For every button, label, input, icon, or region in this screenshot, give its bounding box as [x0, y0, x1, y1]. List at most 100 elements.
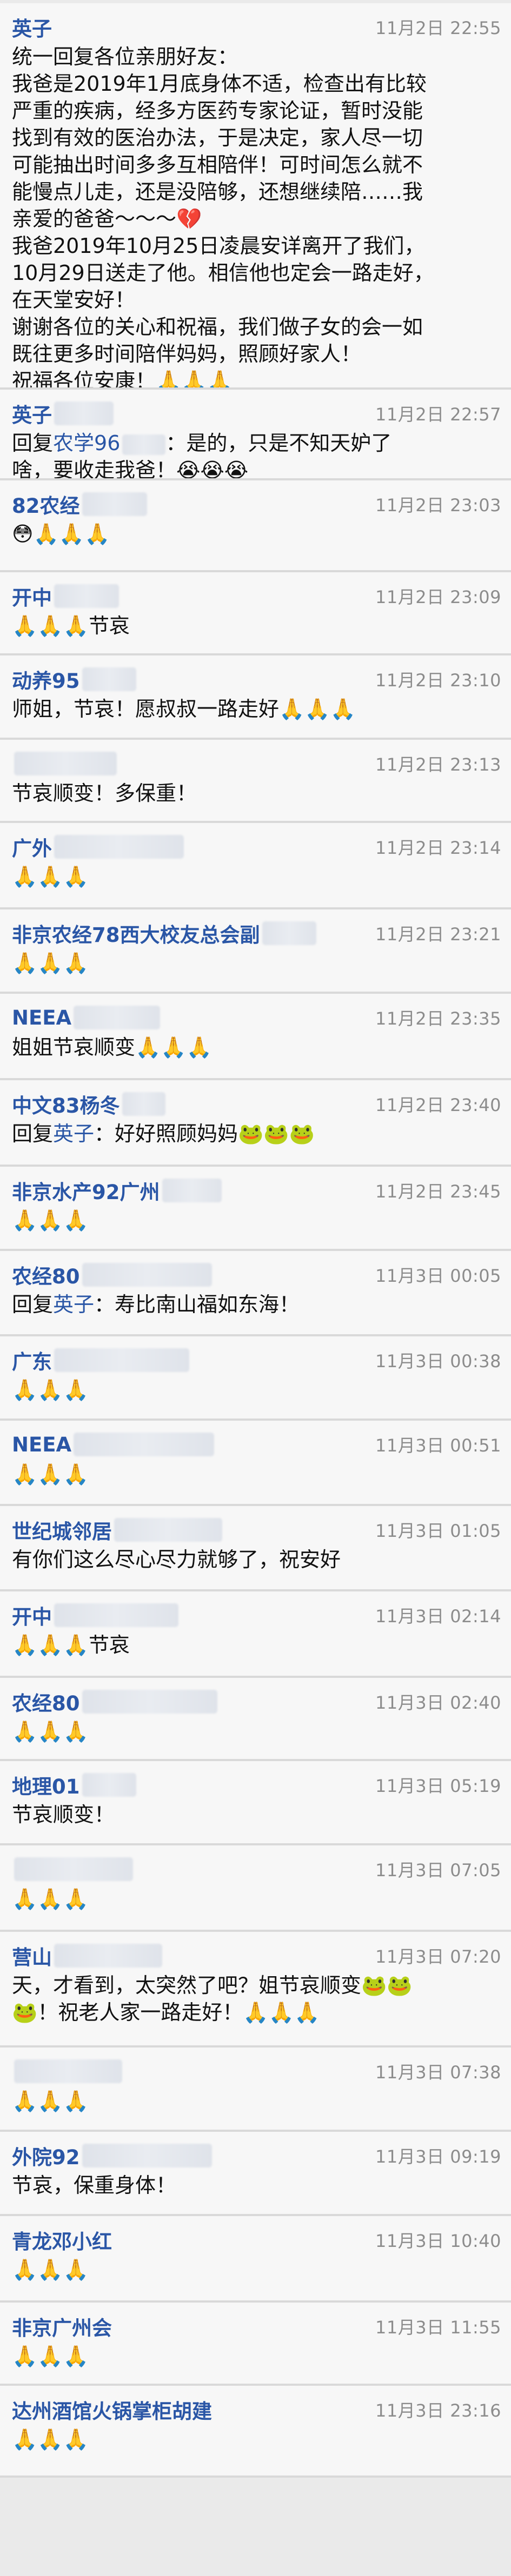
- comment-item[interactable]: 英子 11月2日 22:55 统一回复各位亲朋好友： 我爸是2019年1月底身体不适，…: [0, 3, 511, 390]
- author-name[interactable]: 动养95: [12, 665, 80, 694]
- comment-meta: 11月3日 07:05: [12, 1855, 501, 1883]
- author-name[interactable]: 非京农经78西大校友总会副: [12, 919, 260, 948]
- comment-item[interactable]: 动养95 11月2日 23:10 师姐，节哀！愿叔叔一路走好🙏🙏🙏: [0, 655, 511, 740]
- emoji-reaction: 🙏🙏🙏: [12, 2258, 89, 2281]
- comment-item[interactable]: 非京广州会 11月3日 11:55 🙏🙏🙏: [0, 2303, 511, 2386]
- reply-target-name[interactable]: 英子: [53, 1122, 94, 1146]
- author: 开中: [12, 1601, 178, 1630]
- author: 广东: [12, 1346, 189, 1375]
- comment-item[interactable]: 英子 11月2日 22:57 回复农学96 ：是的，只是不知天妒了 啥，要收走我爸！😭😭…: [0, 390, 511, 480]
- comment-text-line: 统一回复各位亲朋好友：: [12, 45, 238, 69]
- comment-item[interactable]: 非京农经78西大校友总会副 11月2日 23:21 🙏🙏🙏: [0, 909, 511, 994]
- comment-body: 🙏🙏🙏: [12, 2343, 501, 2370]
- comment-text-line: 姐姐节哀顺变🙏🙏🙏: [12, 1035, 212, 1059]
- author-name[interactable]: 开中: [12, 581, 52, 611]
- comment-meta: 英子 11月2日 22:55: [12, 13, 501, 41]
- comment-item[interactable]: 营山 11月3日 07:20 天，才看到，太突然了吧？姐节哀顺变🐸🐸 🐸！祝老人家一路…: [0, 1932, 511, 2048]
- author-name[interactable]: 开中: [12, 1601, 52, 1630]
- comment-item[interactable]: 开中 11月3日 02:14 🙏🙏🙏节哀: [0, 1591, 511, 1678]
- comment-item[interactable]: 青龙邓小红 11月3日 10:40 🙏🙏🙏: [0, 2216, 511, 2303]
- author-name[interactable]: 营山: [12, 1941, 52, 1970]
- comment-meta: 达州酒馆火锅掌柜胡建 11月3日 23:16: [12, 2396, 501, 2424]
- comment-meta: 非京水产92广州 11月2日 23:45: [12, 1176, 501, 1205]
- comment-body: 🙏🙏🙏: [12, 1718, 501, 1745]
- author-name[interactable]: 地理01: [12, 1770, 80, 1799]
- reply-text: ：是的，只是不知天妒了: [165, 431, 392, 455]
- author-name[interactable]: NEEA: [12, 1006, 71, 1029]
- comment-item[interactable]: 非京水产92广州 11月2日 23:45 🙏🙏🙏: [0, 1167, 511, 1251]
- comment-item[interactable]: NEEA 11月3日 00:51 🙏🙏🙏: [0, 1421, 511, 1506]
- comment-item[interactable]: 中文83杨冬 11月2日 23:40 回复英子：好好照顾妈妈🐸🐸🐸: [0, 1080, 511, 1167]
- author-name[interactable]: 青龙邓小红: [12, 2225, 112, 2254]
- author-name[interactable]: 非京广州会: [12, 2312, 112, 2341]
- comment-body: 统一回复各位亲朋好友： 我爸是2019年1月底身体不适，检查出有比较 严重的疾病，经…: [12, 43, 501, 387]
- comment-item[interactable]: 广东 11月3日 00:38 🙏🙏🙏: [0, 1336, 511, 1421]
- redacted-name: [122, 1092, 165, 1116]
- comment-meta: 农经80 11月3日 00:05: [12, 1261, 501, 1289]
- comment-body: 🙏🙏🙏节哀: [12, 612, 501, 639]
- comment-item[interactable]: 广外 11月2日 23:14 🙏🙏🙏: [0, 823, 511, 909]
- comment-text-line: 啥，要收走我爸！😭😭😭: [12, 458, 249, 480]
- comment-meta: 世纪城邻居 11月3日 01:05: [12, 1516, 501, 1544]
- redacted-name: [82, 1690, 217, 1714]
- redacted-name: [74, 1433, 215, 1456]
- comment-thread: 英子 11月2日 22:55 统一回复各位亲朋好友： 我爸是2019年1月底身体不适，…: [0, 0, 511, 2576]
- comment-text-line: 谢谢各位的关心和祝福，我们做子女的会一如: [12, 315, 423, 339]
- comment-meta: 开中 11月3日 02:14: [12, 1601, 501, 1629]
- comment-item[interactable]: 农经80 11月3日 00:05 回复英子：寿比南山福如东海！: [0, 1251, 511, 1336]
- comment-item[interactable]: 开中 11月2日 23:09 🙏🙏🙏节哀: [0, 572, 511, 655]
- comment-text-line: 有你们这么尽心尽力就够了，祝安好: [12, 1548, 341, 1571]
- author: 非京广州会: [12, 2312, 112, 2341]
- redacted-name: [54, 402, 114, 425]
- redacted-name: [14, 752, 117, 775]
- emoji-reaction: 🙏🙏🙏: [12, 1719, 89, 1743]
- author: 82农经: [12, 490, 147, 519]
- timestamp: 11月3日 01:05: [375, 1521, 501, 1541]
- comment-item[interactable]: 外院92 11月3日 09:19 节哀，保重身体！: [0, 2132, 511, 2216]
- author-name[interactable]: 中文83杨冬: [12, 1089, 120, 1119]
- reply-target-name[interactable]: 英子: [53, 1293, 94, 1316]
- author-name[interactable]: 英子: [12, 12, 52, 42]
- comment-body: 师姐，节哀！愿叔叔一路走好🙏🙏🙏: [12, 695, 501, 722]
- author: 非京农经78西大校友总会副: [12, 919, 316, 948]
- author-name[interactable]: 82农经: [12, 490, 80, 519]
- timestamp: 11月2日 23:21: [375, 924, 501, 945]
- comment-meta: 11月2日 23:13: [12, 750, 501, 778]
- author-name[interactable]: NEEA: [12, 1433, 71, 1456]
- author-name[interactable]: 外院92: [12, 2141, 80, 2170]
- emoji-reaction: 🙏🙏🙏: [12, 2427, 89, 2451]
- comment-text-line: 节哀顺变！多保重！: [12, 781, 197, 805]
- comment-meta: 中文83杨冬 11月2日 23:40: [12, 1090, 501, 1118]
- author: 开中: [12, 581, 119, 611]
- author: 英子: [12, 12, 52, 42]
- author-name[interactable]: 达州酒馆火锅掌柜胡建: [12, 2395, 212, 2424]
- author-name[interactable]: 农经80: [12, 1260, 80, 1289]
- author-name[interactable]: 广外: [12, 832, 52, 861]
- comment-item[interactable]: 11月2日 23:13 节哀顺变！多保重！: [0, 740, 511, 823]
- comment-item[interactable]: 农经80 11月3日 02:40 🙏🙏🙏: [0, 1678, 511, 1761]
- timestamp: 11月3日 00:05: [375, 1266, 501, 1286]
- redacted-name: [162, 1179, 222, 1202]
- timestamp: 11月2日 23:09: [375, 587, 501, 607]
- author-name[interactable]: 农经80: [12, 1687, 80, 1716]
- author-name[interactable]: 世纪城邻居: [12, 1515, 112, 1544]
- comment-meta: 英子 11月2日 22:57: [12, 399, 501, 427]
- reply-target-name[interactable]: 农学96: [53, 431, 120, 455]
- comment-item[interactable]: 82农经 11月2日 23:03 😳🙏🙏🙏: [0, 480, 511, 572]
- comment-item[interactable]: 达州酒馆火锅掌柜胡建 11月3日 23:16 🙏🙏🙏: [0, 2386, 511, 2478]
- author-name[interactable]: 广东: [12, 1346, 52, 1375]
- redacted-name: [54, 835, 184, 859]
- comment-body: 🙏🙏🙏: [12, 2087, 501, 2115]
- comment-item[interactable]: 世纪城邻居 11月3日 01:05 有你们这么尽心尽力就够了，祝安好: [0, 1506, 511, 1591]
- author: 农经80: [12, 1260, 212, 1289]
- timestamp: 11月2日 23:13: [375, 754, 501, 775]
- author-name[interactable]: 英子: [12, 399, 52, 428]
- comment-item[interactable]: 11月3日 07:05 🙏🙏🙏: [0, 1845, 511, 1932]
- timestamp: 11月3日 02:14: [375, 1606, 501, 1627]
- comment-item[interactable]: 11月3日 07:38 🙏🙏🙏: [0, 2048, 511, 2132]
- author-name[interactable]: 非京水产92广州: [12, 1176, 160, 1205]
- comment-item[interactable]: NEEA 11月2日 23:35 姐姐节哀顺变🙏🙏🙏: [0, 994, 511, 1080]
- comment-meta: 非京广州会 11月3日 11:55: [12, 2312, 501, 2340]
- comment-item[interactable]: 地理01 11月3日 05:19 节哀顺变！: [0, 1761, 511, 1845]
- author: 青龙邓小红: [12, 2225, 112, 2254]
